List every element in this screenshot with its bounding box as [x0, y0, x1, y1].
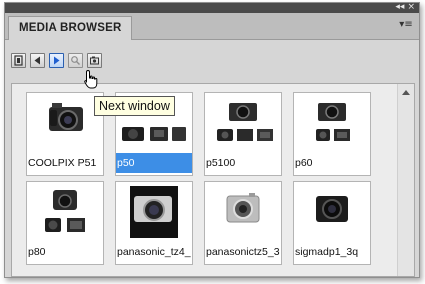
hand-cursor-icon [84, 69, 98, 89]
thumbnail-tile[interactable]: COOLPIX P51 [26, 92, 104, 176]
thumbnail-label: panasonic_tz4_ [117, 246, 191, 258]
camera-thumbnail [27, 93, 103, 153]
thumbnail-label: p60 [295, 157, 313, 169]
next-window-button[interactable] [49, 53, 64, 68]
thumbnail-label: p50 [116, 153, 192, 173]
media-browser-panel: ◂◂ × MEDIA BROWSER ▾≡ COOLPIX P51 p50 p5… [4, 2, 420, 278]
window-buttons: ◂◂ × [392, 2, 415, 13]
tab-row: MEDIA BROWSER ▾≡ [5, 13, 419, 40]
vertical-scrollbar[interactable] [397, 84, 414, 276]
search-button[interactable] [68, 53, 83, 68]
close-panel-icon[interactable]: × [407, 2, 415, 12]
camera-thumbnail [205, 182, 281, 242]
thumbnail-tile[interactable]: panasonic_tz4_ [115, 181, 193, 265]
panel-titlebar: ◂◂ × [5, 2, 419, 13]
thumbnail-tile[interactable]: p60 [293, 92, 371, 176]
toolbar [5, 40, 419, 70]
camera-thumbnail [205, 93, 281, 153]
camera-thumbnail [27, 182, 103, 242]
thumbnail-tile[interactable]: p80 [26, 181, 104, 265]
scroll-up-arrow-icon[interactable] [402, 90, 410, 95]
camera-thumbnail [294, 93, 370, 153]
thumbnail-label: p5100 [206, 157, 236, 169]
next-window-icon [54, 56, 60, 65]
thumbnail-tile[interactable]: p5100 [204, 92, 282, 176]
thumbnail-grid: COOLPIX P51 p50 p5100 p60 p80 panasonic_… [11, 83, 415, 277]
thumbnail-label: panasonictz5_3 [206, 246, 280, 258]
filmstrip-view-button[interactable] [11, 53, 26, 68]
thumbnail-label: sigmadp1_3q [295, 246, 359, 258]
camera-thumbnail [116, 182, 192, 242]
previous-window-button[interactable] [30, 53, 45, 68]
thumbnail-label: p80 [28, 246, 46, 258]
filmstrip-view-icon [14, 55, 23, 66]
settings-button[interactable] [87, 53, 102, 68]
search-icon [71, 56, 80, 65]
camera-thumbnail [294, 182, 370, 242]
collapse-panel-icon[interactable]: ◂◂ [395, 2, 404, 12]
tooltip: Next window [94, 96, 175, 116]
thumbnail-tile[interactable]: panasonictz5_3 [204, 181, 282, 265]
thumbnail-label: COOLPIX P51 [28, 157, 97, 169]
thumbnail-tile[interactable]: sigmadp1_3q [293, 181, 371, 265]
flyout-menu-icon[interactable]: ▾≡ [399, 20, 413, 30]
previous-window-icon [34, 56, 40, 65]
settings-icon [90, 56, 99, 65]
tab-media-browser[interactable]: MEDIA BROWSER [8, 16, 133, 40]
